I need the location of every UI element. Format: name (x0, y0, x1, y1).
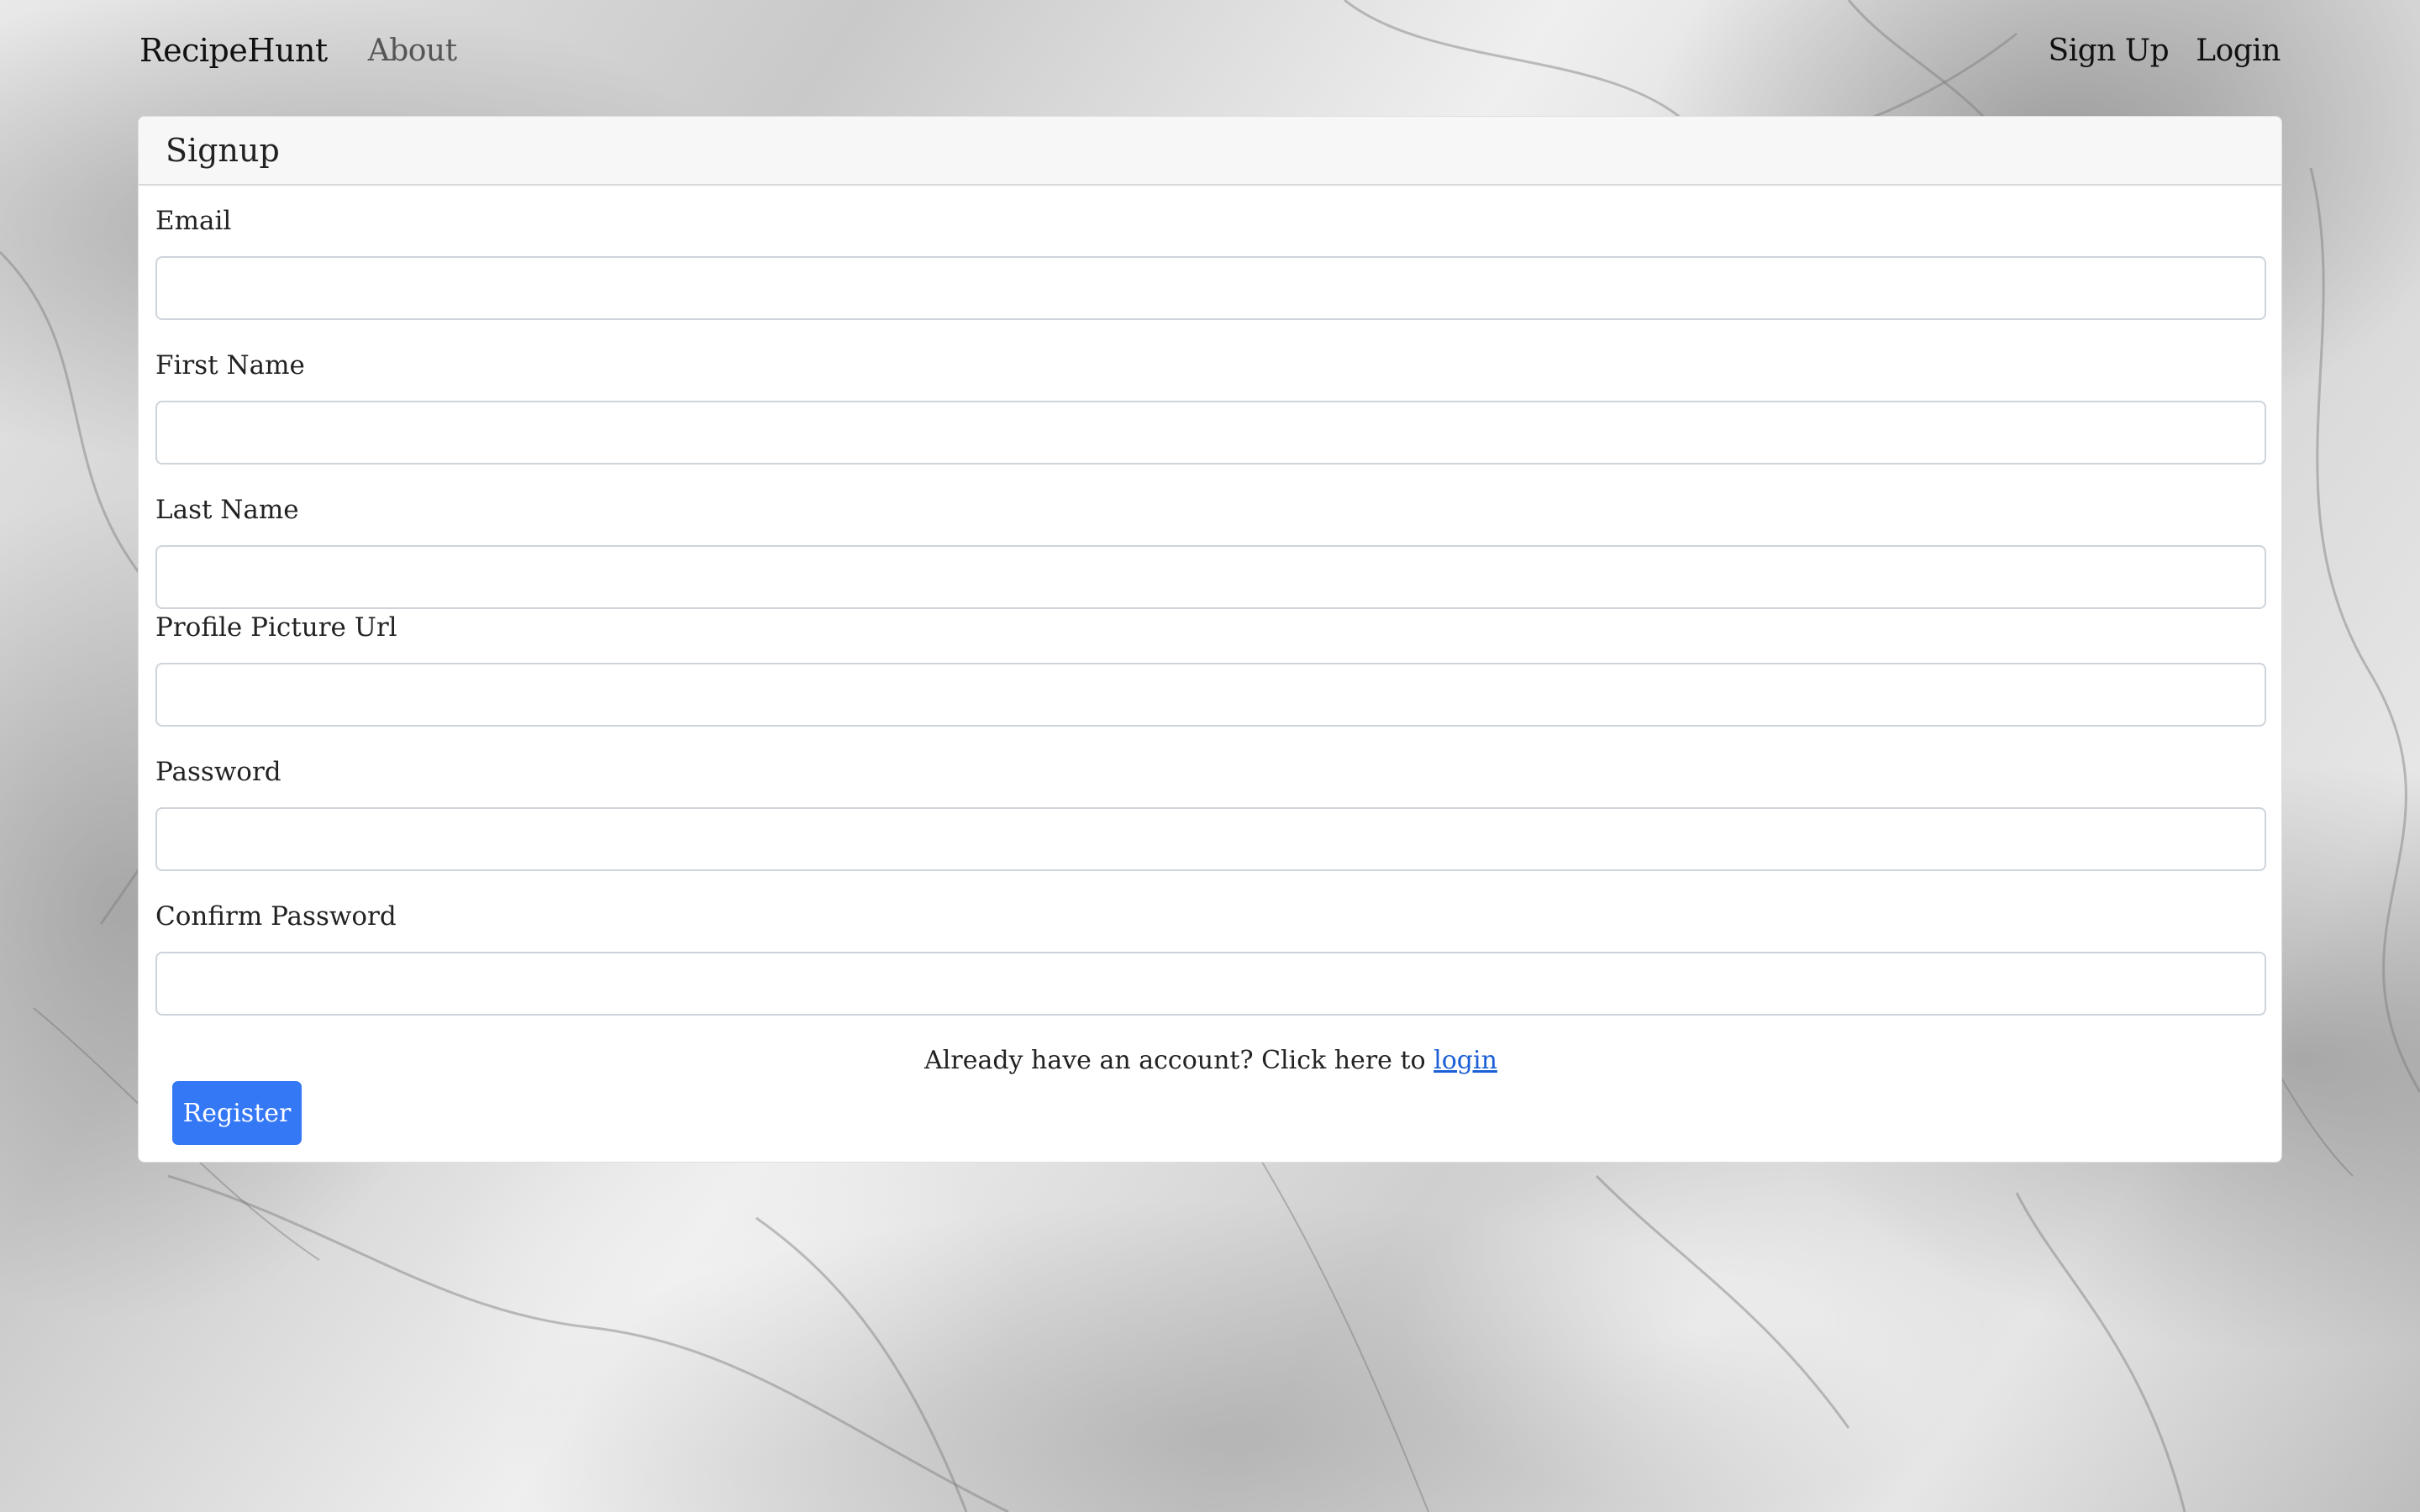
nav-right-group: Sign Up Login (2048, 34, 2281, 68)
nav-login-link[interactable]: Login (2196, 34, 2281, 68)
password-field-group: Password (155, 755, 2266, 871)
last-name-field-group: Last Name (155, 493, 2266, 609)
login-link[interactable]: login (1434, 1046, 1497, 1075)
profile-picture-url-field-group: Profile Picture Url (155, 611, 2266, 727)
confirm-password-input[interactable] (155, 952, 2266, 1016)
profile-picture-url-label: Profile Picture Url (155, 612, 397, 643)
password-input[interactable] (155, 807, 2266, 871)
last-name-input[interactable] (155, 545, 2266, 609)
first-name-label: First Name (155, 350, 305, 381)
first-name-field-group: First Name (155, 349, 2266, 465)
email-field-group: Email (155, 204, 2266, 320)
already-have-account-text: Already have an account? Click here to l… (139, 1046, 2281, 1075)
first-name-input[interactable] (155, 401, 2266, 465)
signup-card: Signup Email First Name Last Name Profil… (138, 116, 2282, 1163)
email-input[interactable] (155, 256, 2266, 320)
password-label: Password (155, 757, 281, 787)
nav-signup-link[interactable]: Sign Up (2048, 34, 2169, 68)
already-have-account-label: Already have an account? Click here to (924, 1046, 1426, 1075)
last-name-label: Last Name (155, 495, 299, 525)
email-label: Email (155, 206, 232, 236)
register-button[interactable]: Register (172, 1081, 302, 1145)
profile-picture-url-input[interactable] (155, 663, 2266, 727)
nav-about-link[interactable]: About (368, 34, 457, 68)
card-title: Signup (139, 117, 2281, 186)
confirm-password-field-group: Confirm Password (155, 900, 2266, 1016)
confirm-password-label: Confirm Password (155, 901, 397, 932)
top-navbar: RecipeHunt About Sign Up Login (0, 0, 2420, 101)
brand-logo-link[interactable]: RecipeHunt (139, 32, 328, 69)
